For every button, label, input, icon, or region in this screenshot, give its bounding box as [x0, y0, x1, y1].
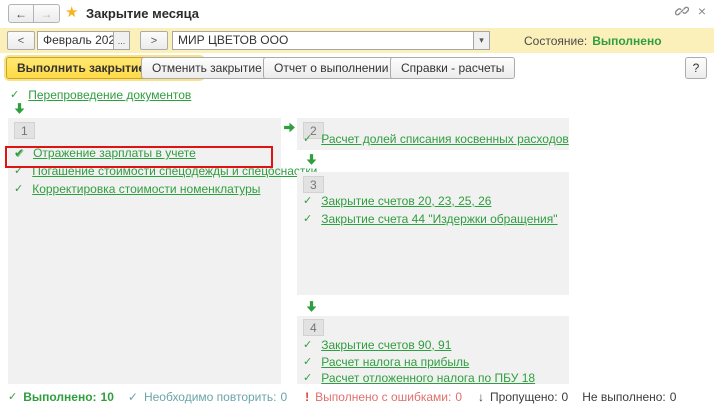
flow-right-arrow-icon [283, 121, 296, 134]
organization-value[interactable]: МИР ЦВЕТОВ ООО [173, 32, 473, 49]
annotation-highlight-box [5, 146, 273, 168]
check-icon: ✓ [303, 340, 312, 351]
period-bar: < Февраль 2020 ... > МИР ЦВЕТОВ ООО ▾ Со… [0, 28, 714, 53]
operation-row: ✓ Расчет долей списания косвенных расход… [303, 132, 569, 146]
reposting-row: ✓ Перепроведение документов [10, 88, 191, 102]
period-field[interactable]: Февраль 2020 ... [37, 31, 130, 50]
section-1-number: 1 [14, 122, 35, 139]
month-closing-window: ← → ★ Закрытие месяца × < Февраль 2020 .… [0, 0, 714, 412]
period-value[interactable]: Февраль 2020 [38, 32, 113, 49]
operation-row: ✓ Закрытие счета 44 "Издержки обращения" [303, 212, 558, 226]
check-icon: ✓ [10, 90, 19, 101]
period-picker-ellipsis[interactable]: ... [113, 32, 129, 49]
dropdown-icon[interactable]: ▾ [473, 32, 489, 49]
help-button[interactable]: ? [685, 57, 707, 79]
close-accounts-90-91-link[interactable]: Закрытие счетов 90, 91 [321, 338, 451, 352]
repeat-label: Необходимо повторить: [144, 390, 277, 404]
window-header: ← → ★ Закрытие месяца × [0, 0, 714, 27]
operation-row: ✓ Корректировка стоимости номенклатуры [14, 182, 260, 196]
check-icon: ✓ [8, 392, 17, 403]
header-icons: × [675, 4, 706, 18]
flow-down-arrow-icon [13, 102, 26, 115]
done-label: Выполнено: [23, 390, 96, 404]
previous-period-button[interactable]: < [7, 31, 35, 50]
skipped-label: Пропущено: [490, 390, 558, 404]
section-3-number: 3 [303, 176, 324, 193]
flow-down-arrow-icon [305, 153, 318, 166]
status-value: Выполнено [592, 34, 661, 48]
status-bar: ✓ Выполнено: 10 ✓ Необходимо повторить: … [8, 389, 708, 405]
reposting-documents-link[interactable]: Перепроведение документов [28, 88, 191, 102]
errors-value: 0 [455, 390, 462, 404]
close-accounts-20-26-link[interactable]: Закрытие счетов 20, 23, 25, 26 [321, 194, 491, 208]
skipped-value: 0 [562, 390, 569, 404]
errors-label: Выполнено с ошибками: [315, 390, 451, 404]
check-icon: ✓ [303, 357, 312, 368]
indirect-costs-share-link[interactable]: Расчет долей списания косвенных расходов [321, 132, 569, 146]
next-period-button[interactable]: > [140, 31, 168, 50]
forward-icon[interactable]: → [34, 4, 60, 23]
check-icon: ✓ [303, 214, 312, 225]
skipped-arrow-icon: ↓ [478, 390, 484, 404]
organization-field[interactable]: МИР ЦВЕТОВ ООО ▾ [172, 31, 490, 50]
not-done-value: 0 [670, 390, 677, 404]
section-4-panel: 4 ✓ Закрытие счетов 90, 91 ✓ Расчет нало… [297, 316, 569, 384]
check-icon: ✓ [14, 184, 23, 195]
references-calculations-button[interactable]: Справки - расчеты [390, 57, 515, 79]
flow-down-arrow-icon [305, 300, 318, 313]
section-3-panel: 3 ✓ Закрытие счетов 20, 23, 25, 26 ✓ Зак… [297, 172, 569, 295]
toolbar: Выполнить закрытие месяца Отменить закры… [0, 56, 714, 82]
operation-row: ✓ Закрытие счетов 20, 23, 25, 26 [303, 194, 491, 208]
close-account-44-link[interactable]: Закрытие счета 44 "Издержки обращения" [321, 212, 557, 226]
section-4-number: 4 [303, 319, 324, 336]
close-icon[interactable]: × [698, 4, 706, 18]
not-done-label: Не выполнено: [582, 390, 666, 404]
income-tax-calc-link[interactable]: Расчет налога на прибыль [321, 355, 469, 369]
operation-row: ✓ Расчет налога на прибыль [303, 355, 469, 369]
status-label: Состояние: [524, 34, 587, 48]
repeat-check-icon: ✓ [128, 390, 138, 404]
check-icon: ✓ [303, 373, 312, 384]
get-link-icon[interactable] [675, 4, 689, 18]
repeat-value: 0 [280, 390, 287, 404]
error-exclamation-icon: ! [305, 390, 309, 404]
operation-row: ✓ Закрытие счетов 90, 91 [303, 338, 451, 352]
item-cost-adjustment-link[interactable]: Корректировка стоимости номенклатуры [32, 182, 260, 196]
deferred-tax-pbu18-link[interactable]: Расчет отложенного налога по ПБУ 18 [321, 371, 535, 385]
favorite-star-icon[interactable]: ★ [65, 4, 78, 21]
operation-row: ✓ Расчет отложенного налога по ПБУ 18 [303, 371, 535, 385]
page-title: Закрытие месяца [86, 6, 199, 21]
check-icon: ✓ [303, 196, 312, 207]
closing-status: Состояние: Выполнено [524, 34, 662, 48]
back-icon[interactable]: ← [8, 4, 34, 23]
nav-history-group: ← → [8, 4, 60, 23]
check-icon: ✓ [303, 134, 312, 145]
done-value: 10 [101, 390, 114, 404]
